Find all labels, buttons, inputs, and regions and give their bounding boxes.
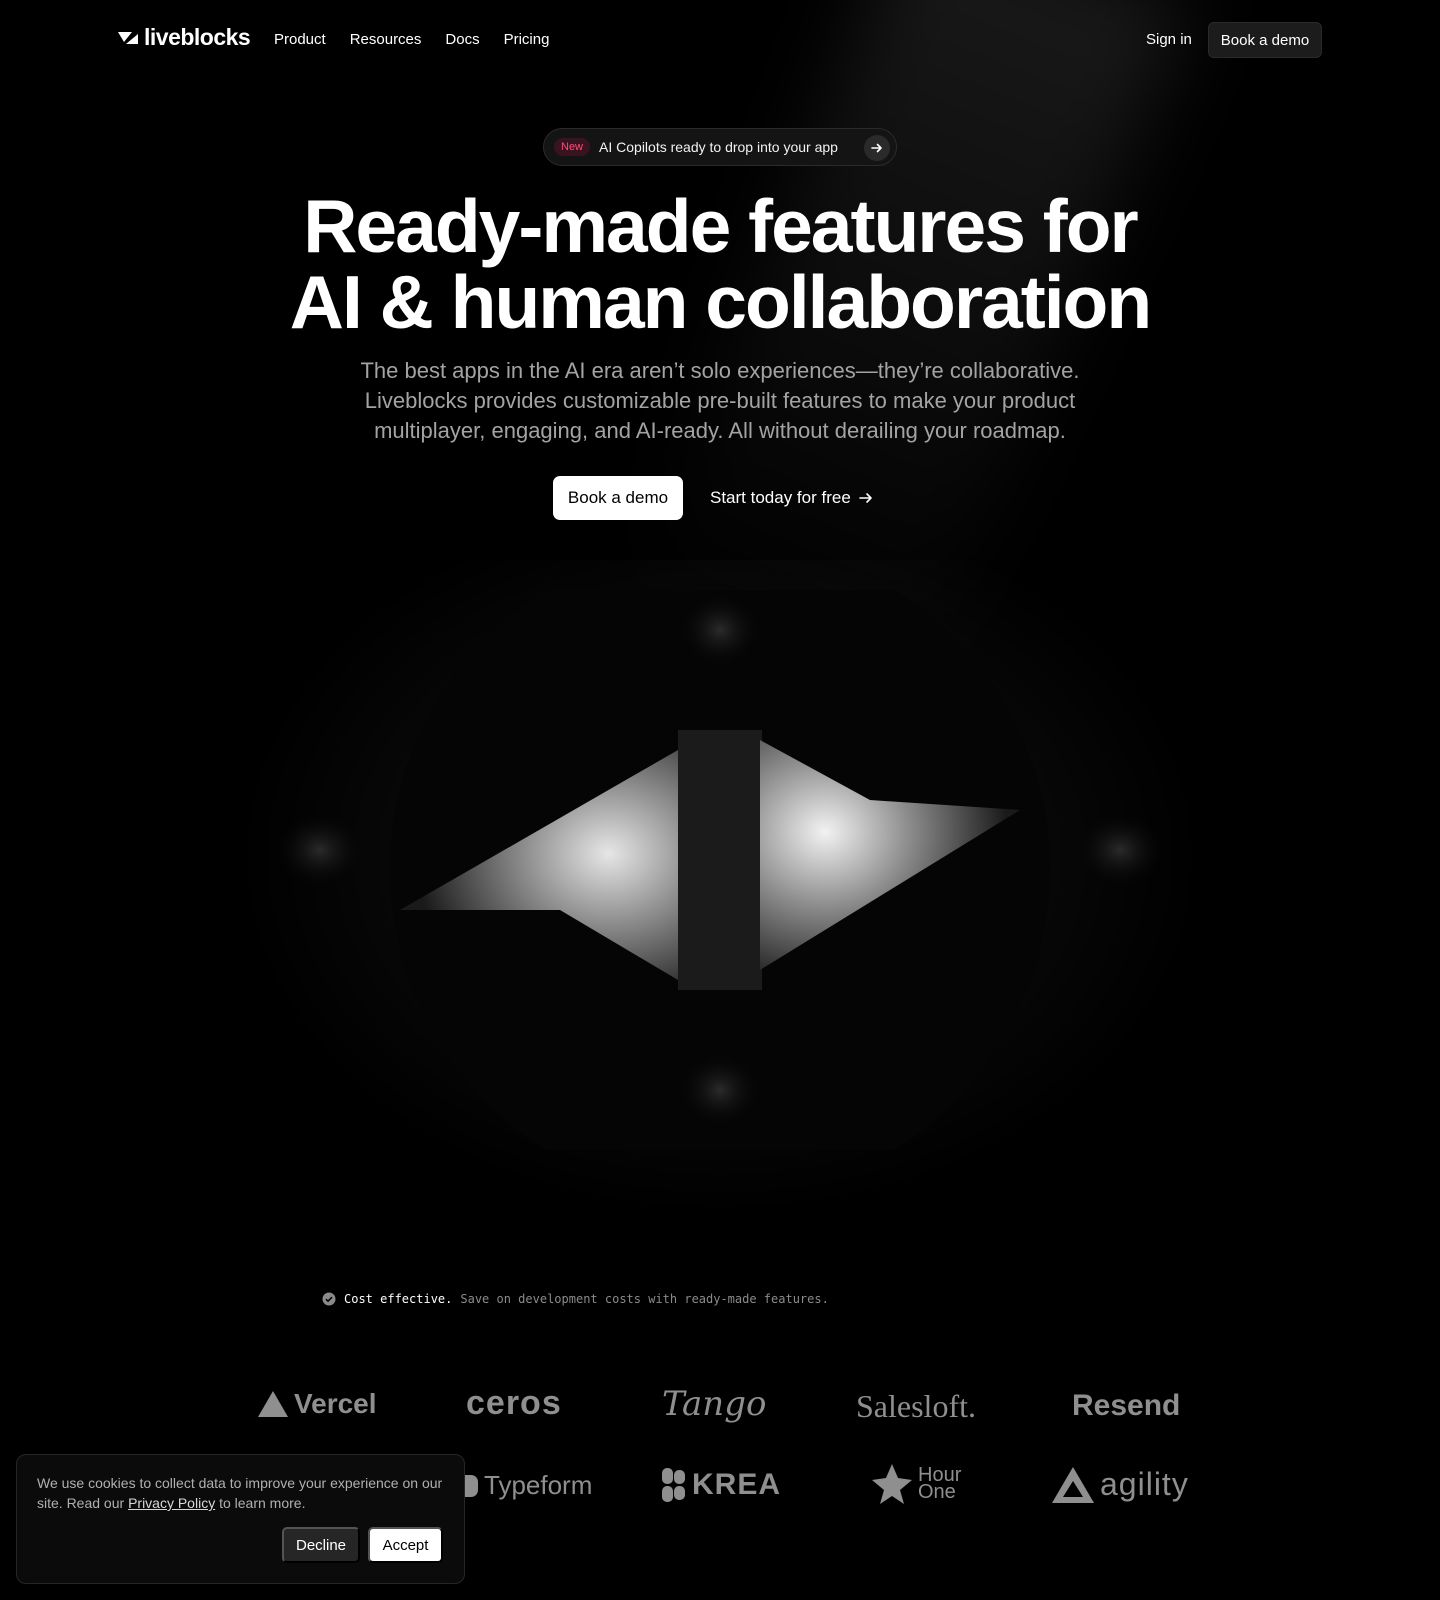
feature-highlight: Cost effective. Save on development cost… — [322, 1292, 829, 1306]
orb-right — [1072, 810, 1168, 890]
cookie-text-after: to learn more. — [215, 1495, 306, 1511]
arrow-right-icon — [864, 135, 890, 161]
vercel-wordmark: Vercel — [294, 1388, 377, 1419]
customer-logo-resend: Resend — [1072, 1389, 1180, 1423]
hour-one-star-icon — [872, 1464, 912, 1504]
cookie-message: We use cookies to collect data to improv… — [37, 1473, 447, 1513]
agility-triangle-icon — [1052, 1466, 1094, 1503]
nav-book-demo-button[interactable]: Book a demo — [1208, 22, 1322, 58]
customer-logo-salesloft: Salesloft. — [856, 1388, 976, 1425]
hero-title-line-2: AI & human collaboration — [289, 260, 1152, 344]
cookie-banner: We use cookies to collect data to improv… — [16, 1454, 465, 1584]
customer-logo-hour-one: Hour One — [872, 1464, 961, 1504]
orb-bottom — [676, 1050, 764, 1130]
nav-link-product[interactable]: Product — [274, 31, 326, 48]
hero-subtitle-line-3: multiplayer, engaging, and AI-ready. All… — [374, 418, 1066, 443]
page: liveblocks Product Resources Docs Pricin… — [0, 0, 1440, 1600]
nav-link-docs[interactable]: Docs — [445, 31, 479, 48]
typeform-wordmark: Typeform — [484, 1470, 593, 1500]
customer-logo-vercel: Vercel — [258, 1388, 377, 1420]
hero-subtitle-line-2: Liveblocks provides customizable pre-bui… — [364, 388, 1076, 413]
customer-logo-typeform: Typeform — [464, 1470, 592, 1501]
hour-one-wordmark: Hour One — [918, 1465, 961, 1503]
hero-book-demo-button[interactable]: Book a demo — [553, 476, 683, 520]
announcement-pill[interactable]: New AI Copilots ready to drop into your … — [543, 128, 897, 166]
orb-top — [676, 590, 764, 670]
vercel-triangle-icon — [258, 1391, 288, 1417]
sign-in-link[interactable]: Sign in — [1146, 31, 1192, 48]
ceros-wordmark: ceros — [466, 1384, 562, 1422]
badge-check-icon — [322, 1292, 336, 1306]
agility-wordmark: agility — [1100, 1466, 1189, 1502]
salesloft-wordmark: Salesloft. — [856, 1388, 976, 1424]
liveblocks-logo-icon — [118, 31, 138, 44]
customer-logo-krea: KREA — [662, 1468, 781, 1502]
brand-logo[interactable]: liveblocks — [118, 24, 251, 51]
top-nav: liveblocks Product Resources Docs Pricin… — [0, 0, 1440, 80]
hour-one-line-2: One — [918, 1481, 956, 1503]
hero-title: Ready-made features for AI & human colla… — [0, 188, 1440, 340]
resend-wordmark: Resend — [1072, 1389, 1181, 1422]
start-free-label: Start today for free — [710, 488, 851, 507]
liveblocks-3d-logo-graphic — [272, 590, 1168, 1150]
brand-name: liveblocks — [144, 24, 251, 50]
customer-logo-ceros: ceros — [466, 1384, 562, 1423]
new-badge: New — [554, 138, 591, 156]
nav-link-pricing[interactable]: Pricing — [504, 31, 550, 48]
orb-left — [272, 810, 368, 890]
hero-subtitle-line-1: The best apps in the AI era aren’t solo … — [360, 358, 1080, 383]
customer-logo-tango: Tango — [662, 1384, 766, 1424]
main-nav-links: Product Resources Docs Pricing — [274, 31, 549, 48]
krea-mark-icon — [662, 1468, 685, 1502]
tango-wordmark: Tango — [662, 1384, 767, 1424]
typeform-mark-icon — [464, 1474, 478, 1497]
hero-subtitle: The best apps in the AI era aren’t solo … — [320, 356, 1120, 446]
start-free-button[interactable]: Start today for free — [710, 476, 873, 520]
nav-link-resources[interactable]: Resources — [350, 31, 422, 48]
decline-cookies-button[interactable]: Decline — [282, 1527, 360, 1563]
hero-title-line-1: Ready-made features for — [303, 184, 1138, 268]
highlight-text: Save on development costs with ready-mad… — [460, 1292, 829, 1306]
arrow-right-icon — [858, 493, 872, 503]
accept-cookies-button[interactable]: Accept — [368, 1527, 443, 1563]
highlight-title: Cost effective. — [344, 1292, 453, 1306]
privacy-policy-link[interactable]: Privacy Policy — [128, 1495, 215, 1511]
customer-logo-agility: agility — [1052, 1466, 1189, 1503]
krea-wordmark: KREA — [692, 1468, 782, 1501]
logo-center-bar — [678, 730, 762, 990]
announcement-text: AI Copilots ready to drop into your app — [599, 139, 838, 155]
